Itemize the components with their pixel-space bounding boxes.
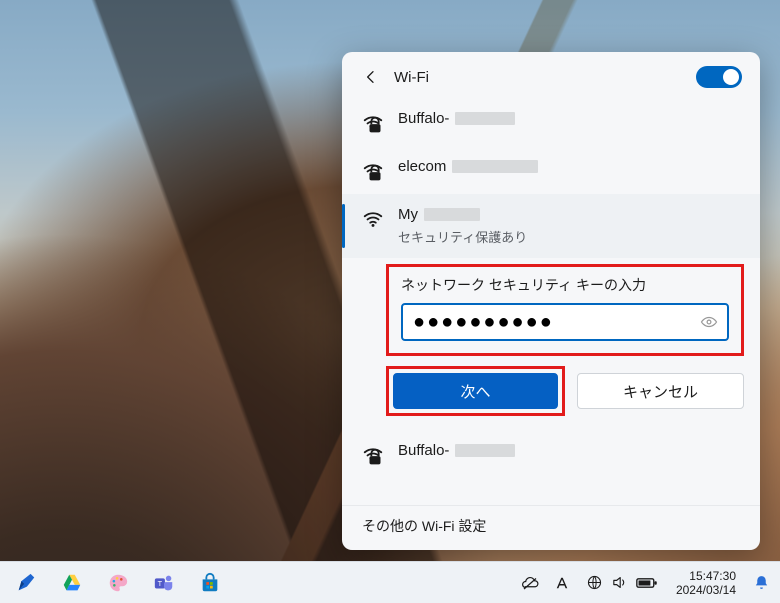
network-info: My セキュリティ保護あり (398, 206, 527, 246)
network-ssid: Buffalo- (398, 110, 515, 127)
next-button[interactable]: 次へ (393, 373, 558, 409)
network-ssid: Buffalo- (398, 442, 515, 459)
arrow-left-icon (363, 69, 379, 85)
wifi-secured-icon (362, 112, 384, 134)
next-button-highlight: 次へ (386, 366, 565, 416)
taskbar-app-paint[interactable] (98, 566, 138, 600)
drive-icon (61, 572, 83, 594)
network-item-selected[interactable]: My セキュリティ保護あり (342, 194, 760, 258)
cancel-button[interactable]: キャンセル (577, 373, 744, 409)
store-icon (199, 572, 221, 594)
network-list: Buffalo- elecom My (342, 98, 760, 505)
battery-icon (636, 576, 658, 590)
redacted-text (455, 444, 515, 457)
password-input[interactable]: ●●●●●●●●●● (401, 303, 729, 341)
wifi-panel-header: Wi-Fi (342, 52, 760, 98)
lock-icon (364, 446, 386, 468)
redacted-text (424, 208, 480, 221)
network-security-status: セキュリティ保護あり (398, 227, 527, 246)
wifi-toggle[interactable] (696, 66, 742, 88)
palette-icon (107, 572, 129, 594)
teams-icon: T (153, 572, 175, 594)
eye-icon (700, 313, 718, 331)
bell-icon (753, 574, 770, 591)
taskbar-app-teams[interactable]: T (144, 566, 184, 600)
network-item[interactable]: Buffalo- (342, 430, 760, 478)
wifi-secured-icon (362, 444, 384, 466)
notification-center-button[interactable] (748, 566, 774, 600)
tray-quick-settings[interactable] (580, 566, 664, 600)
lock-icon (364, 114, 386, 136)
lock-icon (364, 162, 386, 184)
wifi-flyout-panel: Wi-Fi Buffalo- elecom (342, 52, 760, 550)
connect-prompt-highlight: ネットワーク セキュリティ キーの入力 ●●●●●●●●●● (386, 264, 744, 356)
wifi-title: Wi-Fi (394, 69, 429, 86)
clock-date: 2024/03/14 (676, 583, 736, 597)
redacted-text (452, 160, 538, 173)
reveal-password-button[interactable] (697, 310, 721, 334)
password-prompt-label: ネットワーク セキュリティ キーの入力 (401, 275, 729, 295)
ssid-text: elecom (398, 158, 446, 175)
taskbar-clock[interactable]: 15:47:30 2024/03/14 (668, 569, 744, 597)
text-a-icon (553, 574, 571, 592)
system-tray: 15:47:30 2024/03/14 (516, 566, 774, 600)
wifi-open-icon (362, 208, 384, 230)
other-wifi-settings-link[interactable]: その他の Wi-Fi 設定 (342, 505, 760, 550)
clock-time: 15:47:30 (689, 569, 736, 583)
network-item[interactable]: Buffalo- (342, 98, 760, 146)
ssid-text: My (398, 206, 418, 223)
speaker-icon (611, 574, 628, 591)
taskbar-pinned-apps: T (6, 566, 230, 600)
tray-text-input[interactable] (548, 566, 576, 600)
password-masked-value: ●●●●●●●●●● (413, 312, 554, 332)
taskbar-app-drive[interactable] (52, 566, 92, 600)
network-ssid: elecom (398, 158, 538, 175)
network-ssid: My (398, 206, 527, 223)
network-item[interactable]: elecom (342, 146, 760, 194)
taskbar: T 15:47:30 2024/03/14 (0, 561, 780, 603)
back-button[interactable] (360, 66, 382, 88)
ssid-text: Buffalo- (398, 442, 449, 459)
globe-icon (586, 574, 603, 591)
pen-icon (15, 572, 37, 594)
connect-buttons-row: 次へ キャンセル (386, 366, 744, 416)
taskbar-app-store[interactable] (190, 566, 230, 600)
ssid-text: Buffalo- (398, 110, 449, 127)
cloud-off-icon (521, 574, 539, 592)
wifi-secured-icon (362, 160, 384, 182)
tray-cloud-sync[interactable] (516, 566, 544, 600)
redacted-text (455, 112, 515, 125)
svg-text:T: T (158, 579, 163, 588)
toggle-knob (723, 69, 739, 85)
taskbar-app-pen[interactable] (6, 566, 46, 600)
